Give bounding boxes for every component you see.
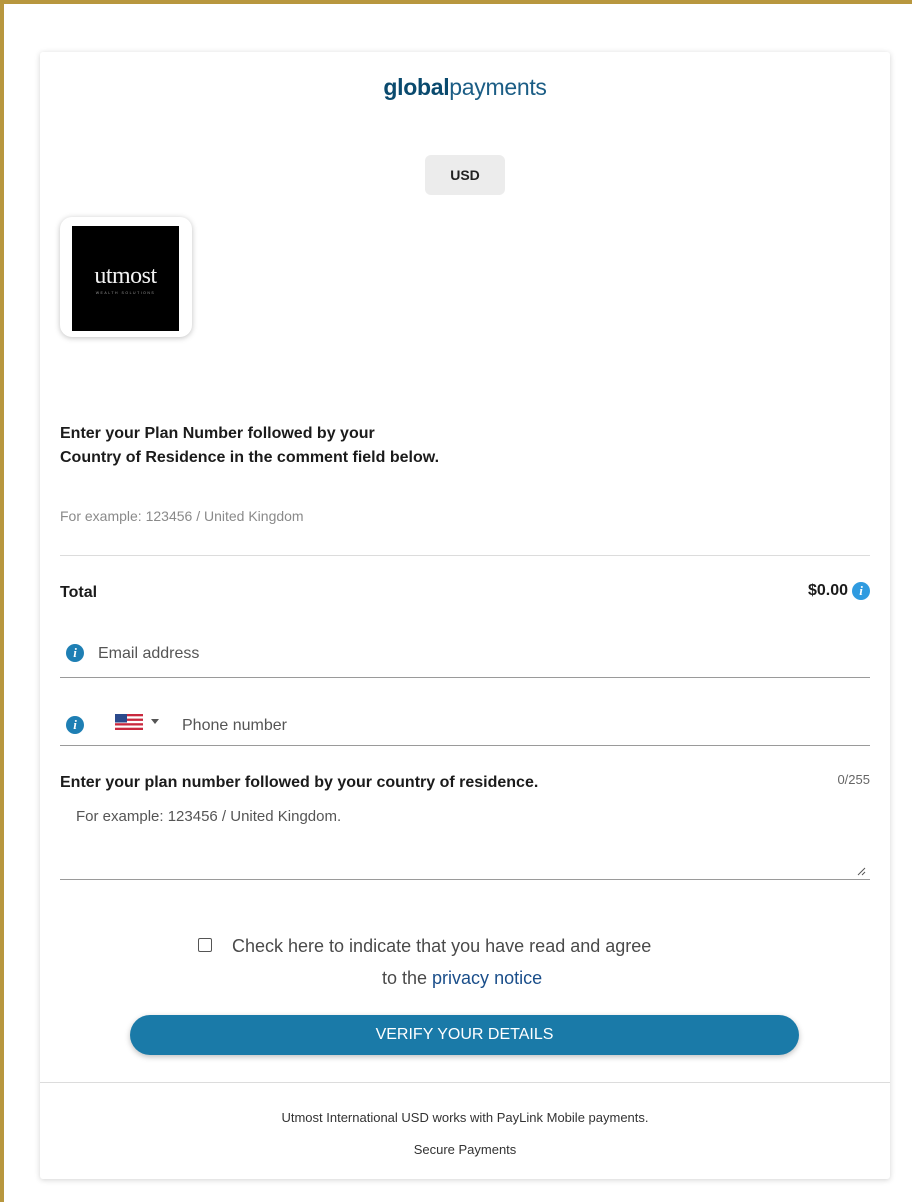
comment-textarea[interactable] [60, 800, 870, 880]
instructions-heading: Enter your Plan Number followed by your … [60, 425, 440, 466]
email-input[interactable] [98, 642, 798, 666]
merchant-logo: utmost WEALTH SOLUTIONS [60, 217, 192, 337]
privacy-notice-link[interactable]: privacy notice [432, 968, 542, 988]
resize-handle-icon[interactable] [856, 866, 866, 876]
email-field: i [60, 636, 870, 678]
us-flag-icon[interactable] [115, 714, 143, 730]
chevron-down-icon[interactable] [151, 719, 159, 724]
total-label: Total [60, 584, 98, 601]
email-info-icon[interactable]: i [66, 644, 84, 662]
total-amount-value: $0.00 [807, 582, 848, 599]
phone-input[interactable] [182, 714, 782, 738]
merchant-logo-image: utmost WEALTH SOLUTIONS [72, 226, 179, 331]
brand-regular: payments [449, 74, 547, 100]
consent-text: Check here to indicate that you have rea… [232, 936, 652, 956]
merchant-logo-sub: WEALTH SOLUTIONS [95, 290, 156, 295]
privacy-checkbox[interactable] [198, 938, 212, 952]
info-icon[interactable]: i [852, 582, 870, 600]
secure-payments-text: Secure Payments [413, 1142, 517, 1157]
total-amount: $0.00 i [808, 582, 870, 600]
brand-bold: global [383, 74, 450, 100]
footer-divider [40, 1082, 890, 1083]
character-counter: 0/255 [837, 772, 870, 787]
merchant-logo-word: utmost [94, 262, 157, 289]
footer-text: Utmost International USD works with PayL… [281, 1110, 649, 1125]
consent-text-line2: to the privacy notice [382, 964, 542, 992]
currency-badge[interactable]: USD [425, 155, 505, 195]
phone-field: i [60, 704, 870, 746]
payment-card: globalpayments USD utmost WEALTH SOLUTIO… [40, 52, 890, 1179]
divider [60, 555, 870, 556]
consent-prefix: to the [382, 968, 433, 988]
comment-label: Enter your plan number followed by your … [60, 774, 539, 791]
verify-details-button[interactable]: VERIFY YOUR DETAILS [130, 1015, 799, 1055]
globalpayments-logo: globalpayments [40, 74, 890, 101]
instructions-example: For example: 123456 / United Kingdom [60, 508, 304, 524]
phone-info-icon[interactable]: i [66, 716, 84, 734]
